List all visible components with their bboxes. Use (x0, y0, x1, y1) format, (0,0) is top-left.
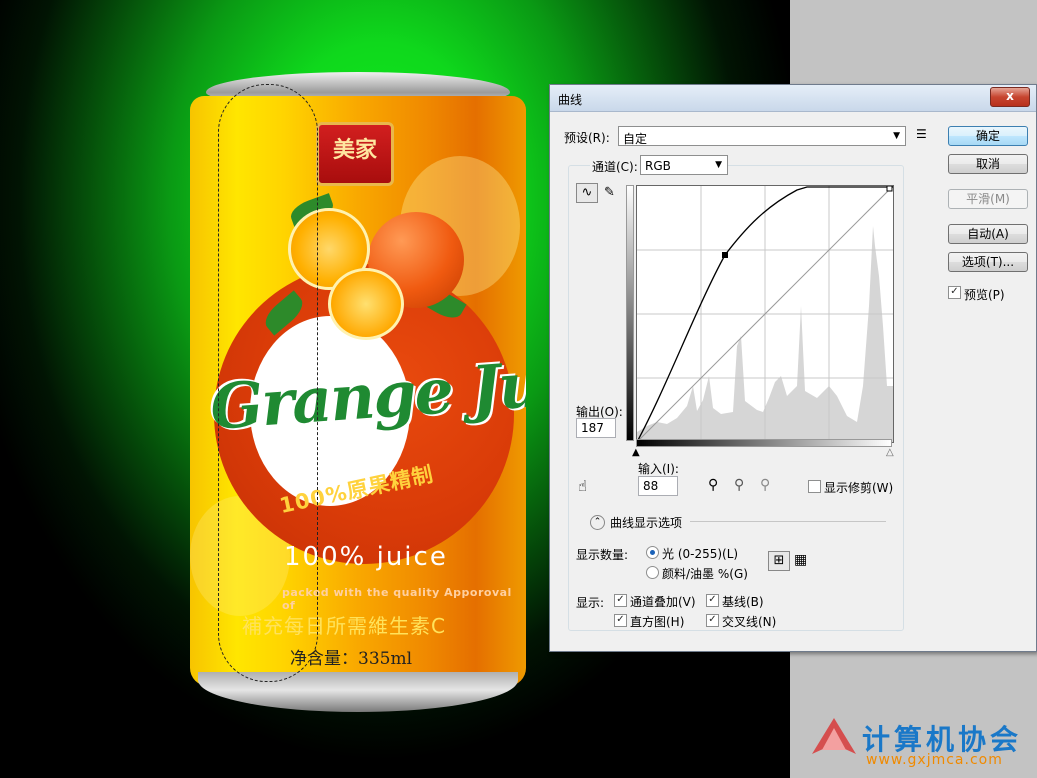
curves-dialog: 曲线 x 预设(R): 自定 ▼ ☰ 确定 取消 平滑(M) 自动(A) 选项(… (549, 84, 1037, 652)
ok-button[interactable]: 确定 (948, 126, 1028, 146)
dialog-title: 曲线 (558, 93, 583, 107)
curve-options-label: 曲线显示选项 (610, 516, 683, 530)
brand-badge: 美家 (316, 122, 394, 186)
cancel-button[interactable]: 取消 (948, 154, 1028, 174)
packed-label: packed with the quality Apporoval of (282, 586, 512, 612)
show-clipping-label: 显示修剪(W) (824, 481, 894, 495)
chevron-down-icon: ▼ (893, 131, 900, 141)
output-gradient-bar (626, 185, 634, 441)
baseline-checkbox[interactable]: ✓ (706, 594, 719, 607)
options-button[interactable]: 选项(T)... (948, 252, 1028, 272)
light-option-label: 光 (0-255)(L) (662, 547, 739, 561)
intersection-checkbox[interactable]: ✓ (706, 614, 719, 627)
preset-label: 预设(R): (564, 131, 610, 145)
curves-graph[interactable] (636, 185, 894, 443)
smooth-button[interactable]: 平滑(M) (948, 189, 1028, 209)
show-clipping-checkbox[interactable] (808, 480, 821, 493)
white-eyedropper-icon[interactable]: ⚲ (760, 477, 770, 493)
preset-value: 自定 (623, 132, 648, 146)
preview-label: 预览(P) (964, 288, 1005, 302)
channel-overlay-checkbox[interactable]: ✓ (614, 594, 627, 607)
channel-overlay-label: 通道叠加(V) (630, 595, 696, 609)
white-slider-icon[interactable]: △ (886, 447, 894, 458)
preset-menu-icon[interactable]: ☰ (916, 127, 927, 141)
preview-checkbox[interactable]: ✓ (948, 286, 961, 299)
orange-slice-graphic (328, 268, 404, 340)
marquee-selection[interactable] (218, 84, 318, 682)
curve-control-point[interactable] (722, 252, 728, 258)
input-gradient-bar (636, 439, 892, 447)
black-eyedropper-icon[interactable]: ⚲ (708, 477, 718, 493)
pigment-option-label: 颜料/油墨 %(G) (662, 567, 748, 581)
histogram-checkbox[interactable]: ✓ (614, 614, 627, 627)
pigment-radio[interactable] (646, 566, 659, 579)
simple-grid-icon[interactable]: ⊞ (768, 551, 790, 571)
curve-point-tool-icon[interactable]: ∿ (576, 183, 598, 203)
curve-endpoint[interactable] (886, 186, 893, 192)
baseline-label: 基线(B) (722, 595, 764, 609)
close-button[interactable]: x (990, 87, 1030, 107)
output-field[interactable]: 187 (576, 418, 616, 438)
input-label: 输入(I): (638, 462, 679, 476)
watermark-logo (812, 718, 856, 754)
detailed-grid-icon[interactable]: ▦ (794, 552, 807, 568)
collapse-options-icon[interactable]: ⌃ (590, 515, 605, 530)
watermark-url: www.gxjmca.com (866, 752, 1003, 768)
histogram-label: 直方图(H) (630, 615, 685, 629)
channel-label: 通道(C): (590, 158, 640, 175)
gray-eyedropper-icon[interactable]: ⚲ (734, 477, 744, 493)
pencil-tool-icon[interactable]: ✎ (604, 185, 615, 200)
preset-dropdown[interactable]: 自定 ▼ (618, 126, 906, 146)
input-field[interactable]: 88 (638, 476, 678, 496)
dialog-titlebar[interactable]: 曲线 x (550, 85, 1036, 112)
chevron-down-icon: ▼ (715, 160, 722, 170)
show-label: 显示: (576, 596, 605, 610)
hand-adjust-tool-icon[interactable]: ☝ (578, 477, 587, 495)
intersection-label: 交叉线(N) (722, 615, 777, 629)
section-divider (690, 521, 886, 522)
auto-button[interactable]: 自动(A) (948, 224, 1028, 244)
channel-dropdown[interactable]: RGB ▼ (640, 155, 728, 175)
channel-value: RGB (645, 159, 671, 173)
black-slider-icon[interactable]: ▲ (632, 447, 640, 458)
light-radio[interactable] (646, 546, 659, 559)
show-amount-label: 显示数量: (576, 548, 629, 562)
